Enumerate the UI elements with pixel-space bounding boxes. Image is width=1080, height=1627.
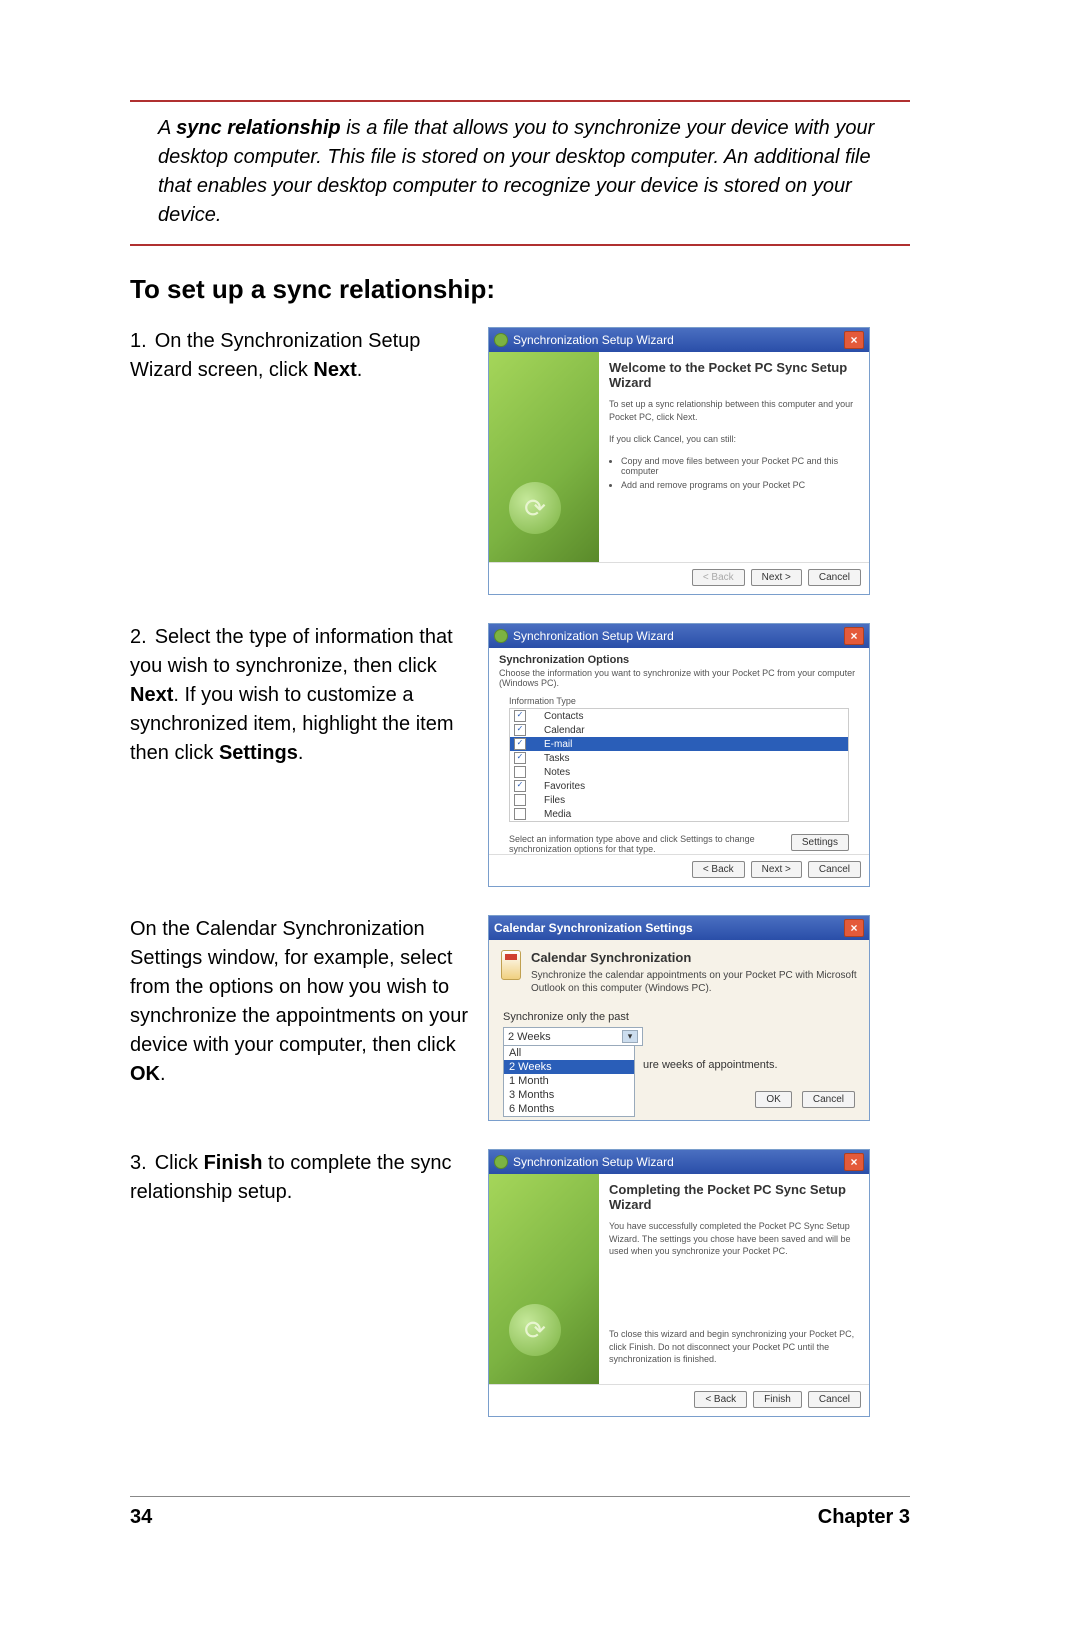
combo-value: 2 Weeks xyxy=(508,1031,551,1043)
step-1-text: 1.On the Synchronization Setup Wizard sc… xyxy=(130,327,470,385)
titlebar: Synchronization Setup Wizard × xyxy=(489,1150,869,1174)
list-item-label: Notes xyxy=(544,767,570,778)
past-label: Synchronize only the past xyxy=(503,1011,855,1023)
close-icon[interactable]: × xyxy=(844,1153,864,1171)
sync-icon xyxy=(494,333,508,347)
list-item-label: Files xyxy=(544,795,565,806)
list-header: Information Type xyxy=(509,696,849,706)
note-a: A xyxy=(158,117,176,139)
wizard-text-2: If you click Cancel, you can still: xyxy=(609,433,859,446)
page-footer: 34 Chapter 3 xyxy=(130,1506,910,1529)
checkbox-icon[interactable]: ✓ xyxy=(514,738,526,750)
list-item[interactable]: ✓ Contacts xyxy=(510,709,848,723)
note-bold-term: sync relationship xyxy=(176,117,341,139)
list-item-label: Media xyxy=(544,809,571,820)
dropdown-option[interactable]: All xyxy=(504,1046,634,1060)
checkbox-icon[interactable]: ✓ xyxy=(514,710,526,722)
info-note: A sync relationship is a file that allow… xyxy=(130,100,910,246)
list-item[interactable]: ✓ Favorites xyxy=(510,779,848,793)
calendar-icon xyxy=(501,950,521,980)
wizard-bullet-list: Copy and move files between your Pocket … xyxy=(621,456,859,490)
cancel-button[interactable]: Cancel xyxy=(808,861,861,878)
window-title: Synchronization Setup Wizard xyxy=(513,1155,674,1169)
wizard-finish-window: Synchronization Setup Wizard × ⟳ Complet… xyxy=(488,1149,870,1417)
sync-icon xyxy=(494,1155,508,1169)
wizard-bullet: Copy and move files between your Pocket … xyxy=(621,456,859,476)
close-icon[interactable]: × xyxy=(844,627,864,645)
wizard-bullet: Add and remove programs on your Pocket P… xyxy=(621,480,859,490)
list-item[interactable]: Media xyxy=(510,807,848,821)
next-button[interactable]: Next > xyxy=(751,861,802,878)
wizard-text-2: To close this wizard and begin synchroni… xyxy=(609,1328,859,1366)
titlebar: Calendar Synchronization Settings × xyxy=(489,916,869,940)
options-subtitle: Choose the information you want to synch… xyxy=(499,668,859,688)
window-title: Calendar Synchronization Settings xyxy=(494,921,693,935)
titlebar: Synchronization Setup Wizard × xyxy=(489,624,869,648)
note-text: A sync relationship is a file that allow… xyxy=(130,114,910,230)
step-2-text: 2.Select the type of information that yo… xyxy=(130,623,470,768)
cancel-button[interactable]: Cancel xyxy=(808,569,861,586)
checkbox-icon[interactable]: ✓ xyxy=(514,724,526,736)
wizard-sidebar-graphic: ⟳ xyxy=(489,1174,599,1384)
titlebar: Synchronization Setup Wizard × xyxy=(489,328,869,352)
back-button[interactable]: < Back xyxy=(694,1391,747,1408)
past-range-combo[interactable]: 2 Weeks ▾ xyxy=(503,1027,643,1046)
wizard-text-1: To set up a sync relationship between th… xyxy=(609,398,859,423)
window-title: Synchronization Setup Wizard xyxy=(513,629,674,643)
checkbox-icon[interactable]: ✓ xyxy=(514,752,526,764)
wizard-heading: Welcome to the Pocket PC Sync Setup Wiza… xyxy=(609,360,859,390)
chapter-label: Chapter 3 xyxy=(818,1506,910,1529)
options-hint: Select an information type above and cli… xyxy=(509,834,791,854)
close-icon[interactable]: × xyxy=(844,331,864,349)
wizard-heading: Completing the Pocket PC Sync Setup Wiza… xyxy=(609,1182,859,1212)
calendar-settings-window: Calendar Synchronization Settings × Cale… xyxy=(488,915,870,1121)
info-type-list[interactable]: ✓ Contacts ✓ Calendar ✓ E-mail ✓ Tasks Notes ✓ Fav… xyxy=(509,708,849,822)
page-number: 34 xyxy=(130,1506,152,1529)
list-item[interactable]: Notes xyxy=(510,765,848,779)
wizard-welcome-window: Synchronization Setup Wizard × ⟳ Welcome… xyxy=(488,327,870,595)
step-2b-text: On the Calendar Synchronization Settings… xyxy=(130,915,470,1089)
settings-button[interactable]: Settings xyxy=(791,834,849,851)
checkbox-icon[interactable]: ✓ xyxy=(514,780,526,792)
list-item-label: E-mail xyxy=(544,739,572,750)
finish-button[interactable]: Finish xyxy=(753,1391,802,1408)
window-title: Synchronization Setup Wizard xyxy=(513,333,674,347)
chevron-down-icon[interactable]: ▾ xyxy=(622,1030,638,1043)
list-item[interactable]: ✓ Calendar xyxy=(510,723,848,737)
list-item-label: Contacts xyxy=(544,711,583,722)
wizard-text-1: You have successfully completed the Pock… xyxy=(609,1220,859,1258)
list-item[interactable]: ✓ Tasks xyxy=(510,751,848,765)
cancel-button[interactable]: Cancel xyxy=(802,1091,855,1108)
list-item[interactable]: ✓ E-mail xyxy=(510,737,848,751)
back-button[interactable]: < Back xyxy=(692,861,745,878)
checkbox-icon[interactable] xyxy=(514,794,526,806)
footer-divider xyxy=(130,1496,910,1497)
wizard-sidebar-graphic: ⟳ xyxy=(489,352,599,562)
checkbox-icon[interactable] xyxy=(514,808,526,820)
list-item-label: Favorites xyxy=(544,781,585,792)
next-button[interactable]: Next > xyxy=(751,569,802,586)
cancel-button[interactable]: Cancel xyxy=(808,1391,861,1408)
list-item-label: Tasks xyxy=(544,753,570,764)
calendar-section-title: Calendar Synchronization xyxy=(531,950,691,965)
step-3-text: 3.Click Finish to complete the sync rela… xyxy=(130,1149,470,1207)
section-heading: To set up a sync relationship: xyxy=(130,274,910,305)
checkbox-icon[interactable] xyxy=(514,766,526,778)
sync-icon xyxy=(494,629,508,643)
dropdown-option[interactable]: 2 Weeks xyxy=(504,1060,634,1074)
options-title: Synchronization Options xyxy=(499,654,629,666)
list-item-label: Calendar xyxy=(544,725,585,736)
ok-button[interactable]: OK xyxy=(755,1091,791,1108)
future-text: ure weeks of appointments. xyxy=(643,1059,855,1071)
calendar-section-desc: Synchronize the calendar appointments on… xyxy=(531,969,857,995)
back-button: < Back xyxy=(692,569,745,586)
close-icon[interactable]: × xyxy=(844,919,864,937)
wizard-options-window: Synchronization Setup Wizard × Synchroni… xyxy=(488,623,870,887)
list-item[interactable]: Files xyxy=(510,793,848,807)
